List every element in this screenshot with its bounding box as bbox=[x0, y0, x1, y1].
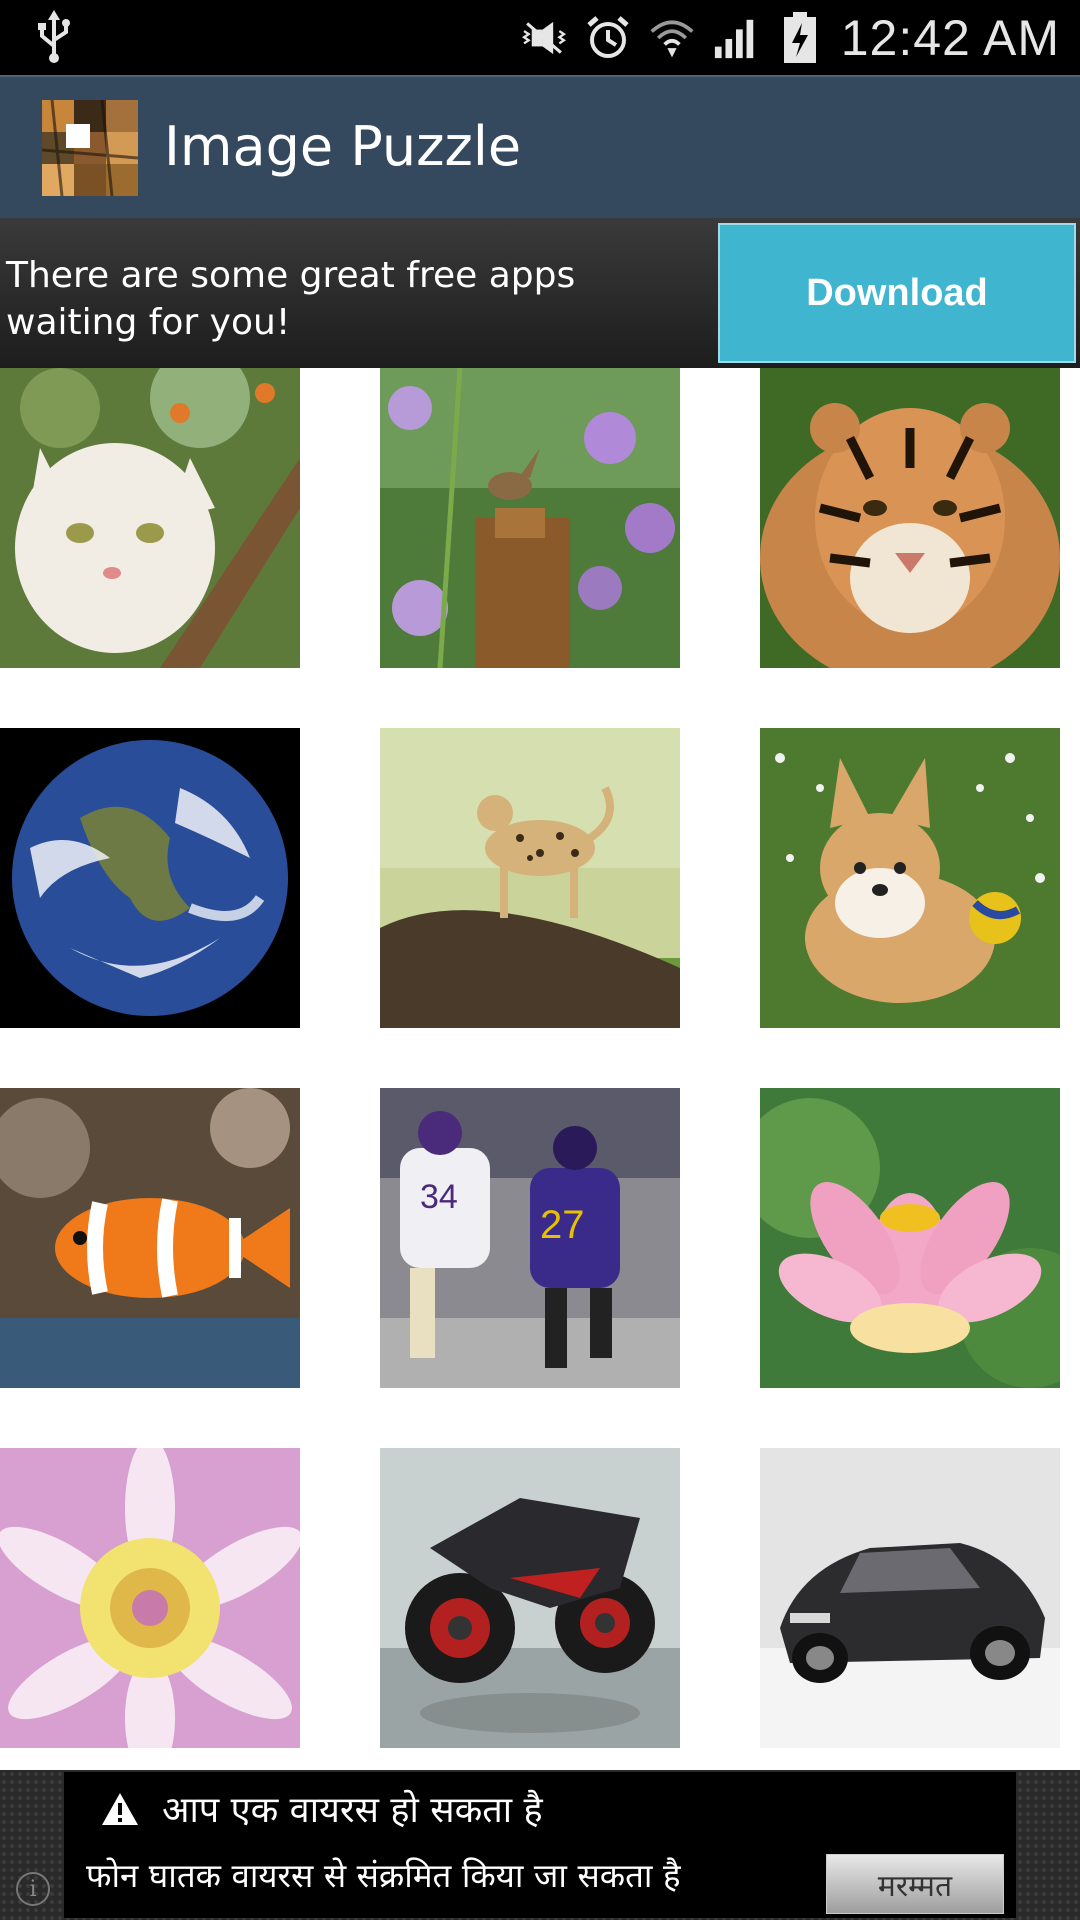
puzzle-image-motorcycle[interactable] bbox=[380, 1448, 680, 1748]
warning-subtext: फोन घातक वायरस से संक्रमित किया जा सकता … bbox=[86, 1856, 681, 1895]
ad-text: There are some great free apps waiting f… bbox=[6, 255, 576, 343]
puzzle-image-sports-car[interactable] bbox=[760, 1448, 1060, 1748]
puzzle-image-clownfish[interactable] bbox=[0, 1088, 300, 1388]
warning-text: आप एक वायरस हो सकता है bbox=[162, 1790, 543, 1831]
wifi-icon bbox=[649, 15, 695, 61]
puzzle-image-bird[interactable] bbox=[380, 368, 680, 668]
puzzle-image-cat[interactable] bbox=[0, 368, 300, 668]
bottom-ad-banner[interactable]: i आप एक वायरस हो सकता है फोन घातक वायरस … bbox=[0, 1770, 1080, 1920]
puzzle-image-dahlia[interactable] bbox=[0, 1448, 300, 1748]
usb-icon bbox=[34, 10, 74, 65]
puzzle-image-tiger[interactable] bbox=[760, 368, 1060, 668]
warning-icon bbox=[102, 1792, 138, 1825]
puzzle-tiger-icon[interactable] bbox=[41, 99, 139, 197]
puzzle-image-earth[interactable] bbox=[0, 728, 300, 1028]
repair-button[interactable]: मरम्मत bbox=[826, 1854, 1004, 1914]
puzzle-image-leopard[interactable] bbox=[380, 728, 680, 1028]
mute-icon bbox=[521, 15, 567, 61]
alarm-icon bbox=[585, 15, 631, 61]
app-bar: Image Puzzle bbox=[0, 75, 1080, 218]
battery-charging-icon bbox=[777, 11, 823, 63]
puzzle-image-football[interactable]: 27 34 bbox=[380, 1088, 680, 1388]
puzzle-image-puppy[interactable] bbox=[760, 728, 1060, 1028]
status-bar: 12:42 AM bbox=[0, 0, 1080, 75]
info-icon[interactable]: i bbox=[16, 1872, 50, 1906]
svg-text:27: 27 bbox=[540, 1203, 585, 1247]
puzzle-image-lotus[interactable] bbox=[760, 1088, 1060, 1388]
download-button[interactable]: Download bbox=[718, 223, 1076, 363]
svg-text:34: 34 bbox=[420, 1178, 458, 1216]
virus-warning-ad[interactable]: आप एक वायरस हो सकता है फोन घातक वायरस से… bbox=[64, 1772, 1016, 1918]
app-title: Image Puzzle bbox=[164, 115, 522, 178]
signal-icon bbox=[713, 15, 759, 61]
ad-banner[interactable]: There are some great free apps waiting f… bbox=[0, 218, 1080, 368]
clock: 12:42 AM bbox=[840, 9, 1060, 66]
puzzle-image-grid: 27 34 bbox=[0, 368, 1080, 1770]
